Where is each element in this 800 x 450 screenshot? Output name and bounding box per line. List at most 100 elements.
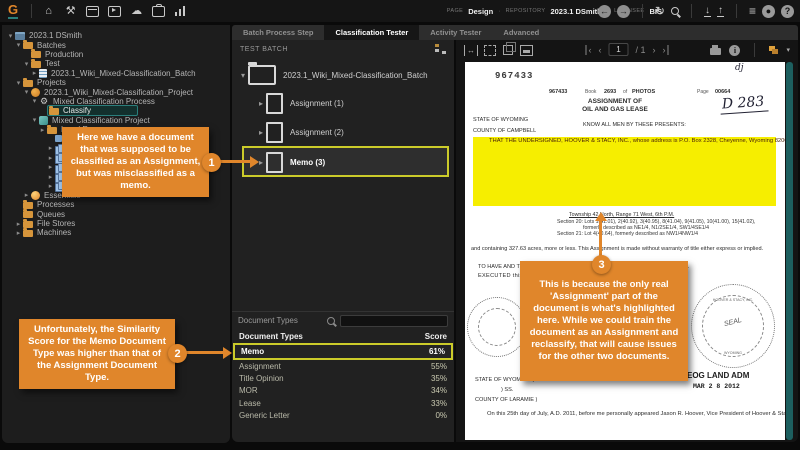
document-type-row-lease[interactable]: Lease33% [232, 397, 454, 409]
collapse-arrow-icon[interactable]: ▾ [238, 71, 248, 80]
batch-item-assignment-2[interactable]: ▸ Assignment (2) [232, 120, 344, 144]
collapse-arrow-icon[interactable]: ▾ [22, 60, 31, 68]
expand-arrow-icon[interactable]: ▸ [46, 144, 55, 152]
batch-item-2023-1-wiki-mixed-classification-batch[interactable]: ▾2023.1_Wiki_Mixed-Classification_Batch [232, 63, 428, 87]
document-type-row-title-opinion[interactable]: Title Opinion35% [232, 372, 454, 384]
previous-page-icon[interactable]: ‹ [598, 45, 601, 55]
sidebar-item-test[interactable]: ▾Test [2, 59, 230, 68]
callout-3: This is because the only real 'Assignmen… [520, 261, 688, 381]
document-type-row-memo[interactable]: Memo61% [233, 343, 453, 360]
column-score: Score [425, 332, 447, 341]
search-icon[interactable] [671, 2, 679, 20]
first-page-icon[interactable]: ‹ [585, 45, 591, 55]
viewer-scrollbar[interactable] [786, 62, 793, 440]
sidebar-item-file-stores[interactable]: ▸File Stores [2, 219, 230, 228]
sidebar-item-machines[interactable]: ▸Machines [2, 228, 230, 237]
expand-arrow-icon[interactable]: ▸ [46, 182, 55, 190]
document-icon [266, 93, 283, 114]
media-box-icon[interactable] [108, 5, 121, 17]
sidebar-item-projects[interactable]: ▾ Projects [2, 78, 230, 87]
help-icon[interactable]: ? [781, 5, 794, 18]
document-type-row-generic-letter[interactable]: Generic Letter0% [232, 410, 454, 422]
document-page[interactable]: 967433 dj 967433 Book 2693 of PHOTOS Pag… [465, 62, 785, 440]
tab-bar: Batch Process Step Classification Tester… [232, 25, 798, 40]
sidebar-item-production[interactable]: Production [2, 50, 230, 59]
repository-label: REPOSITORY [506, 8, 546, 14]
database-icon[interactable]: ≡ [749, 5, 756, 18]
tools-icon[interactable]: ⚒ [64, 5, 77, 17]
callout-2-text: Unfortunately, the Similarity Score for … [27, 324, 167, 383]
sidebar-item-queues[interactable]: Queues [2, 209, 230, 218]
download-icon[interactable]: ↓ [704, 5, 711, 17]
expand-arrow-icon[interactable]: ▸ [46, 163, 55, 171]
collapse-arrow-icon[interactable]: ▾ [22, 88, 31, 96]
account-icon[interactable]: ● [762, 5, 775, 18]
collapse-arrow-icon[interactable]: ▾ [6, 32, 15, 40]
back-button[interactable]: ← [598, 5, 611, 18]
collapse-arrow-icon[interactable]: ▾ [30, 116, 39, 124]
thumbnails-icon[interactable] [520, 45, 533, 56]
last-page-icon[interactable]: › [663, 45, 669, 55]
expand-arrow-icon[interactable]: ▸ [14, 220, 23, 228]
info-icon[interactable]: i [729, 45, 740, 56]
tab-classification-tester[interactable]: Classification Tester [324, 25, 419, 40]
collapse-arrow-icon[interactable]: ▾ [30, 97, 39, 105]
page-number-input[interactable]: 1 [608, 43, 628, 56]
divider [754, 43, 755, 57]
document-type-score: 0% [435, 411, 447, 420]
fit-width-icon[interactable]: ↔ [464, 45, 478, 56]
expand-arrow-icon[interactable]: ▸ [38, 126, 47, 134]
expand-arrow-icon[interactable]: ▸ [14, 229, 23, 237]
expand-arrow-icon[interactable]: ▸ [46, 154, 55, 162]
page-total-label: / 1 [635, 45, 645, 55]
tree-view-icon[interactable] [435, 44, 446, 54]
next-page-icon[interactable]: › [653, 45, 656, 55]
layers-menu-icon[interactable] [769, 46, 778, 54]
tab-batch-process-step[interactable]: Batch Process Step [232, 25, 324, 40]
batch-item-label: Assignment (2) [290, 128, 344, 137]
sidebar-item-2023-1-wiki-mixed-classification-batch[interactable]: ▸2023.1_Wiki_Mixed-Classification_Batch [2, 69, 230, 78]
sidebar-item-label: Projects [37, 78, 66, 87]
callout-3-number: 3 [592, 255, 611, 274]
expand-arrow-icon[interactable]: ▸ [22, 191, 31, 199]
batch-item-assignment-1[interactable]: ▸Assignment (1) [232, 91, 344, 115]
tab-activity-tester[interactable]: Activity Tester [419, 25, 492, 40]
grooper-logo[interactable]: G [8, 3, 18, 19]
sidebar-item-2023-1-dsmith[interactable]: ▾2023.1 DSmith [2, 31, 230, 40]
expand-arrow-icon[interactable]: ▸ [46, 173, 55, 181]
expand-arrow-icon[interactable]: ▸ [256, 99, 266, 108]
collapse-arrow-icon[interactable]: ▾ [14, 79, 23, 87]
refresh-icon[interactable]: ↻ [655, 5, 665, 18]
document-types-search-input[interactable] [340, 315, 448, 327]
sidebar-item-mixed-classification-project[interactable]: ▾Mixed Classification Project [2, 116, 230, 125]
expand-arrow-icon[interactable]: ▸ [256, 128, 266, 137]
upload-icon[interactable]: ↑ [717, 5, 724, 17]
bar-chart-icon[interactable] [174, 5, 187, 17]
sidebar-item-classify[interactable]: Classify [2, 106, 230, 115]
document-type-label: MOR [239, 386, 258, 395]
doc-section-line: Section 21: Lot 4(40.64), formerly descr… [557, 231, 698, 237]
home-icon[interactable]: ⌂ [42, 5, 55, 17]
callout-1-number: 1 [202, 153, 221, 172]
briefcase-icon[interactable] [152, 5, 165, 17]
page-label: PAGE [447, 8, 463, 14]
sidebar-item-processes[interactable]: Processes [2, 200, 230, 209]
collapse-arrow-icon[interactable]: ▾ [14, 41, 23, 49]
page-value[interactable]: Design [468, 7, 493, 16]
expand-arrow-icon[interactable]: ▸ [30, 69, 39, 77]
document-type-row-assignment[interactable]: Assignment55% [232, 360, 454, 372]
print-icon[interactable] [710, 48, 721, 55]
copy-pages-icon[interactable] [502, 45, 514, 56]
document-type-row-mor[interactable]: MOR34% [232, 385, 454, 397]
fit-region-icon[interactable] [484, 45, 496, 56]
forward-button[interactable]: → [617, 5, 630, 18]
cloud-icon[interactable]: ☁ [130, 5, 143, 17]
doc-county-line: COUNTY OF CAMPBELL [473, 128, 536, 134]
chevron-down-icon[interactable]: ▾ [786, 46, 790, 54]
sidebar-item-batches[interactable]: ▾Batches [2, 40, 230, 49]
sidebar-item-2023-1-wiki-mixed-classification-project[interactable]: ▾2023.1_Wiki_Mixed-Classification_Projec… [2, 87, 230, 96]
repository-value[interactable]: 2023.1 DSmith [550, 7, 601, 16]
test-batch-tree: ▾2023.1_Wiki_Mixed-Classification_Batch ▸… [232, 58, 454, 308]
archive-icon[interactable] [86, 5, 99, 17]
tab-advanced[interactable]: Advanced [492, 25, 550, 40]
